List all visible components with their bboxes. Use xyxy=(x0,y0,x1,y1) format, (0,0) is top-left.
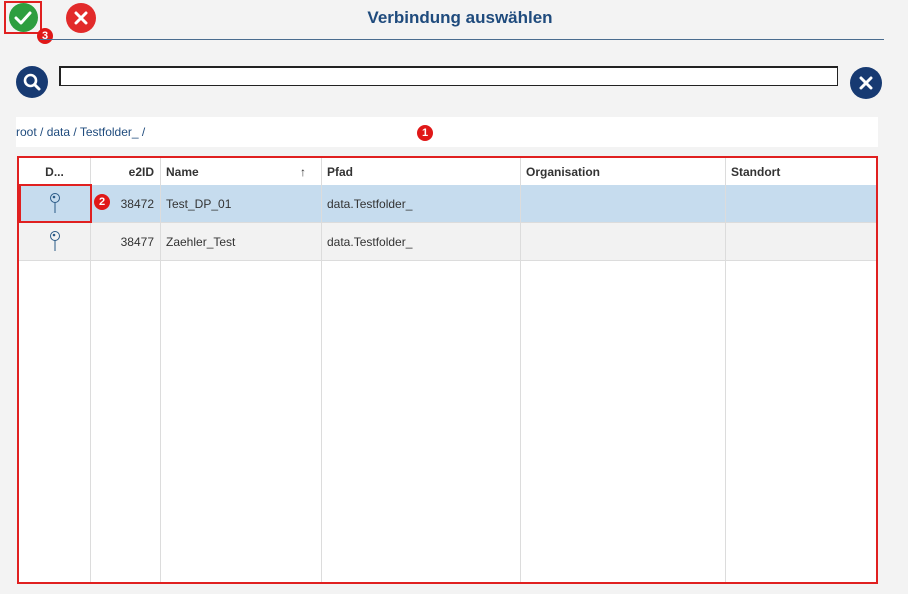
checkmark-icon xyxy=(8,3,38,32)
cell-pfad: data.Testfolder_ xyxy=(327,197,413,211)
table-row[interactable]: 38472 Test_DP_01 data.Testfolder_ xyxy=(19,185,876,223)
clear-icon xyxy=(859,76,873,90)
cell-e2id: 38477 xyxy=(120,235,154,249)
column-divider xyxy=(160,158,161,582)
column-header-d[interactable]: D... xyxy=(19,158,90,186)
column-divider xyxy=(90,158,91,582)
column-divider xyxy=(321,158,322,582)
connection-pin-icon xyxy=(19,223,90,261)
cell-standort xyxy=(725,223,876,261)
cancel-button[interactable] xyxy=(66,3,96,33)
breadcrumb-testfolder[interactable]: Testfolder_ xyxy=(80,125,139,139)
search-icon[interactable] xyxy=(16,66,48,98)
cell-organisation xyxy=(520,185,725,223)
clear-search-button[interactable] xyxy=(850,67,882,99)
cell-name: Zaehler_Test xyxy=(166,235,236,249)
search-input[interactable] xyxy=(59,66,838,86)
cell-standort xyxy=(725,185,876,223)
connection-table: D... e2ID Name ↑ Pfad Organisation Stand… xyxy=(17,156,878,584)
connection-pin-icon xyxy=(19,185,90,223)
cell-organisation xyxy=(520,223,725,261)
dialog-title: Verbindung auswählen xyxy=(367,8,553,27)
column-header-e2id[interactable]: e2ID xyxy=(90,158,160,186)
column-divider xyxy=(520,158,521,582)
breadcrumb-root[interactable]: root xyxy=(16,125,37,139)
annotation-badge-1: 1 xyxy=(417,125,433,141)
sort-ascending-icon: ↑ xyxy=(300,158,321,186)
cell-name: Test_DP_01 xyxy=(166,197,232,211)
column-header-standort[interactable]: Standort xyxy=(725,158,876,186)
annotation-badge-3: 3 xyxy=(37,28,53,44)
header-divider xyxy=(40,39,884,40)
column-divider xyxy=(725,158,726,582)
table-row[interactable]: 38477 Zaehler_Test data.Testfolder_ xyxy=(19,223,876,261)
annotation-badge-2: 2 xyxy=(94,194,110,210)
column-header-name[interactable]: Name xyxy=(160,158,300,186)
close-icon xyxy=(74,11,88,25)
breadcrumb-data[interactable]: data xyxy=(47,125,70,139)
column-header-pfad[interactable]: Pfad xyxy=(321,158,520,186)
confirm-button[interactable] xyxy=(4,1,42,34)
cell-pfad: data.Testfolder_ xyxy=(327,235,413,249)
column-header-organisation[interactable]: Organisation xyxy=(520,158,725,186)
breadcrumb: root / data / Testfolder_ / xyxy=(16,117,878,147)
